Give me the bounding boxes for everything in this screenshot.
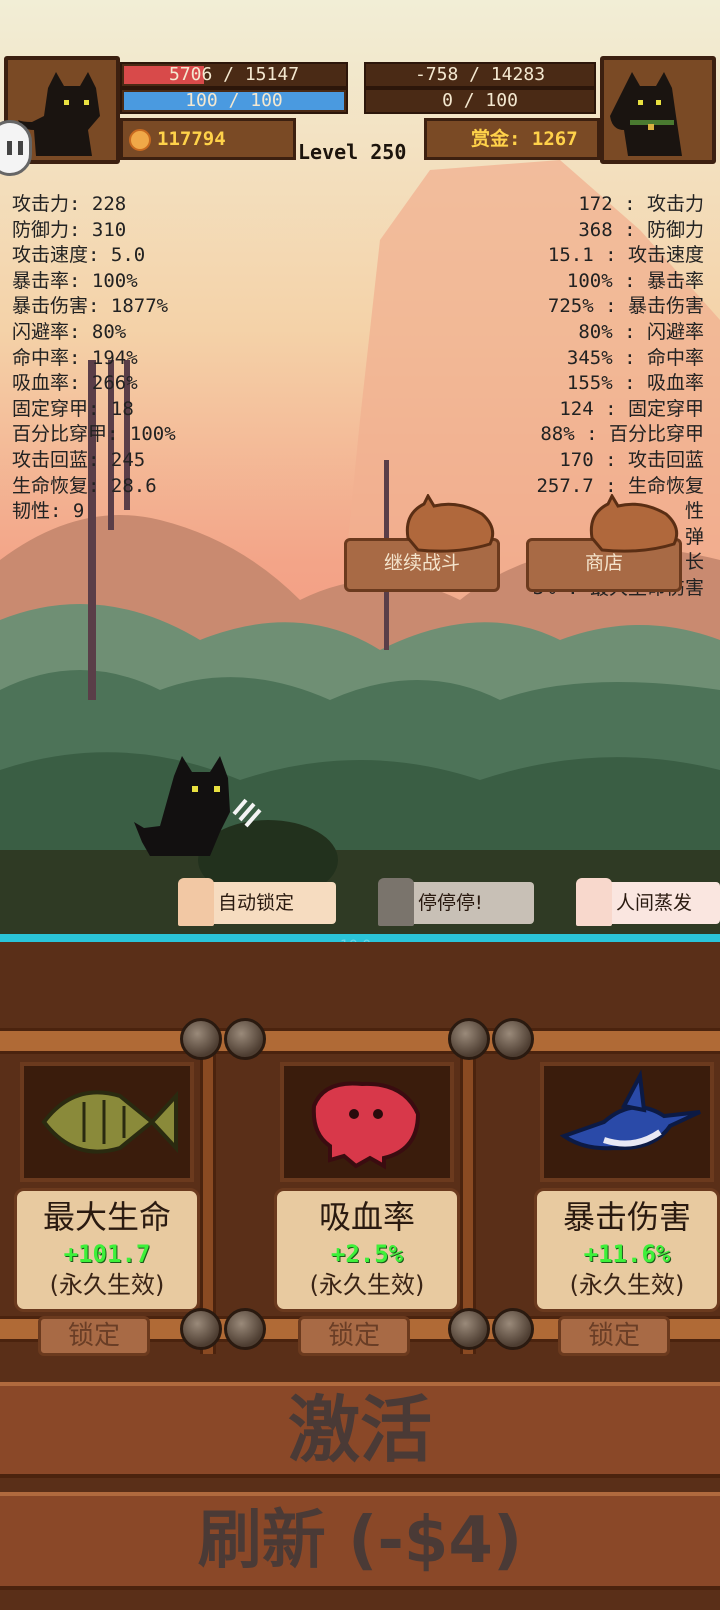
bounty-label: 赏金: bbox=[471, 128, 521, 150]
stat-line: 170 : 攻击回蓝 bbox=[559, 448, 704, 471]
stat-line: 百分比穿甲: 100% bbox=[12, 423, 176, 446]
stat-line: 15.1 : 攻击速度 bbox=[547, 244, 704, 267]
card-value: +101.7 bbox=[63, 1240, 151, 1268]
stat-line: 韧性: 9 bbox=[12, 500, 85, 523]
enemy-portrait bbox=[600, 56, 716, 164]
card-value: +2.5% bbox=[330, 1240, 404, 1268]
auto-lock-button[interactable]: 自动锁定 bbox=[178, 878, 336, 926]
coin-value: 117794 bbox=[157, 128, 226, 150]
activate-label: 激活 bbox=[287, 1388, 432, 1472]
enemy-hp-max: 14283 bbox=[490, 64, 546, 85]
refresh-label: 刷新 (-$4) bbox=[197, 1504, 523, 1578]
player-mp-max: 100 bbox=[250, 90, 283, 111]
player-hp-current: 5706 bbox=[168, 64, 213, 85]
enemy-mp-bar: 0 / 100 bbox=[364, 88, 596, 114]
pause-icon bbox=[7, 141, 23, 155]
enemy-hp-bar: -758 / 14283 bbox=[364, 62, 596, 88]
coin-counter: 117794 bbox=[120, 118, 296, 160]
stat-line: 155% : 吸血率 bbox=[566, 372, 704, 395]
enemy-mp-max: 100 bbox=[485, 90, 518, 111]
stat-line: 暴击伤害: 1877% bbox=[12, 295, 169, 318]
card-name: 吸血率 bbox=[318, 1198, 415, 1236]
vapor-button[interactable]: 人间蒸发 bbox=[576, 878, 720, 926]
card-duration: (永久生效) bbox=[309, 1271, 425, 1299]
stat-line: 防御力: 310 bbox=[12, 218, 127, 241]
fish-icon bbox=[41, 1090, 178, 1154]
card-duration: (永久生效) bbox=[569, 1271, 685, 1299]
stat-line: 攻击回蓝: 245 bbox=[12, 448, 146, 471]
level-indicator: Level 250 bbox=[298, 140, 407, 164]
bolt-icon bbox=[448, 1018, 490, 1060]
stat-line: 攻击力: 228 bbox=[12, 193, 127, 215]
stat-line: 攻击速度: 5.0 bbox=[12, 244, 146, 267]
card-name: 暴击伤害 bbox=[562, 1198, 691, 1236]
continue-battle-label: 继续战斗 bbox=[383, 552, 460, 574]
bounty-value: 1267 bbox=[531, 128, 578, 150]
gray-cat-face-icon bbox=[378, 878, 414, 926]
player-hp-max: 15147 bbox=[244, 64, 300, 85]
cat-face-icon bbox=[178, 878, 214, 926]
upgrade-card-max-hp[interactable]: 最大生命 +101.7 (永久生效) 锁定 bbox=[6, 1024, 238, 1356]
card-scroll: 暴击伤害 +11.6% (永久生效) bbox=[534, 1188, 720, 1312]
black-cat-collar-icon bbox=[604, 60, 712, 160]
swordfish-icon bbox=[559, 1069, 701, 1151]
stat-line: 172 : 攻击力 bbox=[578, 193, 704, 215]
stat-line: 345% : 命中率 bbox=[566, 346, 704, 369]
player-mp-current: 100 bbox=[185, 90, 218, 111]
game-screen: 5706 / 15147 100 / 100 -758 / 14283 0 / … bbox=[0, 0, 720, 1610]
stat-line: 368 : 防御力 bbox=[578, 218, 704, 241]
stop-button[interactable]: 停停停! bbox=[378, 878, 534, 926]
vapor-label: 人间蒸发 bbox=[616, 892, 693, 914]
card-art bbox=[20, 1062, 194, 1182]
card-name: 最大生命 bbox=[42, 1198, 171, 1236]
stat-line: 88% : 百分比穿甲 bbox=[540, 423, 704, 446]
bolt-icon bbox=[492, 1018, 534, 1060]
auto-lock-label: 自动锁定 bbox=[218, 892, 295, 914]
stat-line: 生命恢复: 28.6 bbox=[12, 474, 157, 497]
lock-button[interactable]: 锁定 bbox=[38, 1316, 150, 1356]
stat-line: 固定穿甲: 18 bbox=[12, 397, 134, 420]
lock-button[interactable]: 锁定 bbox=[558, 1316, 670, 1356]
pause-button[interactable] bbox=[0, 120, 32, 176]
sleeping-cat-icon bbox=[405, 494, 495, 553]
squid-icon bbox=[311, 1081, 421, 1170]
card-duration: (永久生效) bbox=[49, 1271, 165, 1299]
stop-label: 停停停! bbox=[418, 892, 483, 914]
stat-line: 闪避率: 80% bbox=[12, 320, 127, 343]
upgrade-card-crit-damage[interactable]: 暴击伤害 +11.6% (永久生效) 锁定 bbox=[526, 1024, 720, 1356]
bolt-icon bbox=[448, 1308, 490, 1350]
lock-button[interactable]: 锁定 bbox=[298, 1316, 410, 1356]
bolt-icon bbox=[180, 1308, 222, 1350]
card-scroll: 最大生命 +101.7 (永久生效) bbox=[14, 1188, 200, 1312]
stat-line: 命中率: 194% bbox=[12, 346, 138, 369]
refresh-button[interactable]: 刷新 (-$4) bbox=[0, 1492, 720, 1590]
bolt-icon bbox=[492, 1308, 534, 1350]
player-stats-list: 攻击力: 228 防御力: 310 攻击速度: 5.0 暴击率: 100% 暴击伤害: … bbox=[12, 192, 176, 525]
card-art bbox=[280, 1062, 454, 1182]
enemy-hp-current: -758 bbox=[414, 64, 459, 85]
coin-icon bbox=[129, 129, 151, 151]
player-mp-bar: 100 / 100 bbox=[120, 88, 348, 114]
stat-line: 100% : 暴击率 bbox=[566, 269, 704, 292]
stat-line: 124 : 固定穿甲 bbox=[559, 397, 704, 420]
enemy-mp-current: 0 bbox=[442, 90, 453, 111]
card-art bbox=[540, 1062, 714, 1182]
shop-label: 商店 bbox=[584, 552, 623, 574]
bolt-icon bbox=[180, 1018, 222, 1060]
player-hp-bar: 5706 / 15147 bbox=[120, 62, 348, 88]
bolt-icon bbox=[224, 1308, 266, 1350]
sleeping-cat-icon bbox=[589, 494, 679, 553]
cat-face-icon bbox=[576, 878, 612, 926]
stat-line: 吸血率: 266% bbox=[12, 372, 138, 395]
bolt-icon bbox=[224, 1018, 266, 1060]
activate-button[interactable]: 激活 bbox=[0, 1382, 720, 1478]
stat-line: 80% : 闪避率 bbox=[578, 320, 704, 343]
card-scroll: 吸血率 +2.5% (永久生效) bbox=[274, 1188, 460, 1312]
stat-line: 暴击率: 100% bbox=[12, 269, 138, 292]
upgrade-card-lifesteal[interactable]: 吸血率 +2.5% (永久生效) 锁定 bbox=[266, 1024, 498, 1356]
card-value: +11.6% bbox=[583, 1240, 671, 1268]
player-cat-sprite bbox=[134, 756, 262, 856]
stat-line: 725% : 暴击伤害 bbox=[547, 295, 704, 318]
bounty-counter: 赏金: 1267 bbox=[424, 118, 600, 160]
